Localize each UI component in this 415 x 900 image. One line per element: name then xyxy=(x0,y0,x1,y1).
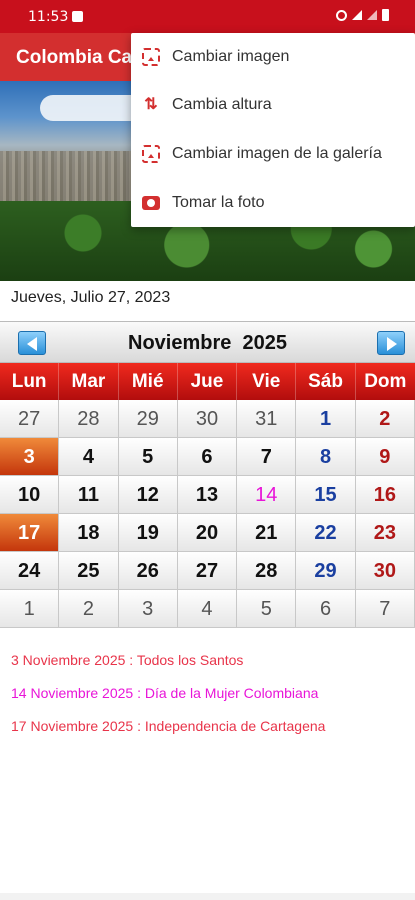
day-cell[interactable]: 8 xyxy=(296,438,356,476)
month-title: Noviembre 2025 xyxy=(128,332,287,354)
day-cell[interactable]: 6 xyxy=(296,590,356,628)
camera-icon xyxy=(142,196,160,210)
image-edit-icon xyxy=(142,48,160,66)
day-cell[interactable]: 7 xyxy=(237,438,297,476)
menu-item-label: Cambia altura xyxy=(172,96,272,113)
signal-icon xyxy=(367,10,377,20)
menu-item-change-height[interactable]: ⇅ Cambia altura xyxy=(131,81,415,129)
day-cell[interactable]: 7 xyxy=(355,590,415,628)
day-cell[interactable]: 5 xyxy=(237,590,297,628)
week-row: 27 28 29 30 31 1 2 xyxy=(0,400,415,438)
weekday-header-row: Lun Mar Mié Jue Vie Sáb Dom xyxy=(0,363,415,400)
day-cell[interactable]: 31 xyxy=(237,400,297,438)
calendar-header: Noviembre 2025 xyxy=(0,321,415,363)
weekday-label: Jue xyxy=(178,363,238,400)
week-row: 24 25 26 27 28 29 30 xyxy=(0,552,415,590)
day-cell[interactable]: 27 xyxy=(177,552,238,590)
options-menu: Cambiar imagen ⇅ Cambia altura Cambiar i… xyxy=(131,33,415,227)
menu-item-take-photo[interactable]: Tomar la foto xyxy=(131,179,415,227)
day-cell[interactable]: 1 xyxy=(296,400,356,438)
week-row: 1 2 3 4 5 6 7 xyxy=(0,590,415,628)
holiday-event: 14 Noviembre 2025 : Día de la Mujer Colo… xyxy=(11,685,319,701)
menu-item-label: Tomar la foto xyxy=(172,194,265,211)
day-cell[interactable]: 22 xyxy=(296,514,356,552)
day-cell[interactable]: 19 xyxy=(118,514,178,552)
day-cell[interactable]: 28 xyxy=(237,552,297,590)
day-cell[interactable]: 29 xyxy=(118,400,178,438)
menu-item-label: Cambiar imagen xyxy=(172,48,290,65)
day-cell[interactable]: 2 xyxy=(59,590,119,628)
day-cell[interactable]: 21 xyxy=(237,514,297,552)
notification-icon xyxy=(72,11,83,22)
menu-item-gallery-image[interactable]: Cambiar imagen de la galería xyxy=(131,130,415,178)
day-cell[interactable]: 28 xyxy=(59,400,119,438)
battery-icon xyxy=(382,9,389,21)
month-calendar: Noviembre 2025 Lun Mar Mié Jue Vie Sáb D… xyxy=(0,321,415,628)
navigation-bar xyxy=(0,893,415,900)
holiday-day-cell[interactable]: 3 xyxy=(0,438,60,476)
weekday-label: Mié xyxy=(119,363,178,400)
week-row: 3 4 5 6 7 8 9 xyxy=(0,438,415,476)
day-grid: 27 28 29 30 31 1 2 3 4 5 6 7 8 9 10 11 1… xyxy=(0,400,415,628)
status-time: 11:53 xyxy=(28,9,69,25)
week-row: 10 11 12 13 14 15 16 xyxy=(0,476,415,514)
weekday-label: Mar xyxy=(59,363,119,400)
holiday-day-cell[interactable]: 17 xyxy=(0,514,60,552)
wifi-icon xyxy=(352,10,362,20)
day-cell[interactable]: 18 xyxy=(59,514,119,552)
day-cell[interactable]: 23 xyxy=(355,514,415,552)
day-cell[interactable]: 5 xyxy=(118,438,178,476)
day-cell[interactable]: 24 xyxy=(0,552,60,590)
next-month-button[interactable] xyxy=(377,331,405,355)
alarm-icon xyxy=(336,9,347,21)
day-cell[interactable]: 1 xyxy=(0,590,60,628)
holiday-event: 17 Noviembre 2025 : Independencia de Car… xyxy=(11,718,326,734)
festivity-day-cell[interactable]: 14 xyxy=(237,476,297,514)
day-cell[interactable]: 4 xyxy=(177,590,238,628)
day-cell[interactable]: 2 xyxy=(355,400,415,438)
current-date: Jueves, Julio 27, 2023 xyxy=(11,289,171,306)
weekday-label: Vie xyxy=(237,363,297,400)
day-cell[interactable]: 30 xyxy=(177,400,238,438)
day-cell[interactable]: 29 xyxy=(296,552,356,590)
height-arrows-icon: ⇅ xyxy=(144,96,158,113)
day-cell[interactable]: 27 xyxy=(0,400,60,438)
weekday-label: Dom xyxy=(364,371,407,392)
day-cell[interactable]: 20 xyxy=(177,514,238,552)
holiday-event: 3 Noviembre 2025 : Todos los Santos xyxy=(11,652,244,668)
day-cell[interactable]: 6 xyxy=(177,438,238,476)
menu-item-label: Cambiar imagen de la galería xyxy=(172,145,382,162)
status-bar: 11:53 xyxy=(0,0,415,33)
day-cell[interactable]: 13 xyxy=(177,476,238,514)
status-icons xyxy=(336,9,389,21)
arrow-right-icon xyxy=(387,337,397,351)
week-row: 17 18 19 20 21 22 23 xyxy=(0,514,415,552)
day-cell[interactable]: 30 xyxy=(355,552,415,590)
day-cell[interactable]: 12 xyxy=(118,476,178,514)
day-cell[interactable]: 26 xyxy=(118,552,178,590)
day-cell[interactable]: 3 xyxy=(118,590,178,628)
day-cell[interactable]: 9 xyxy=(355,438,415,476)
app-screen: 11:53 Colombia Calendario Cambiar imagen… xyxy=(0,0,415,900)
day-cell[interactable]: 25 xyxy=(59,552,119,590)
menu-item-change-image[interactable]: Cambiar imagen xyxy=(131,33,415,81)
day-cell[interactable]: 15 xyxy=(296,476,356,514)
day-cell[interactable]: 4 xyxy=(59,438,119,476)
holiday-list: 3 Noviembre 2025 : Todos los Santos 14 N… xyxy=(11,651,411,750)
weekday-label: Sáb xyxy=(296,363,356,400)
day-cell[interactable]: 10 xyxy=(0,476,60,514)
weekday-label: Lun xyxy=(0,363,60,400)
day-cell[interactable]: 11 xyxy=(59,476,119,514)
gallery-image-icon xyxy=(142,145,160,163)
day-cell[interactable]: 16 xyxy=(355,476,415,514)
